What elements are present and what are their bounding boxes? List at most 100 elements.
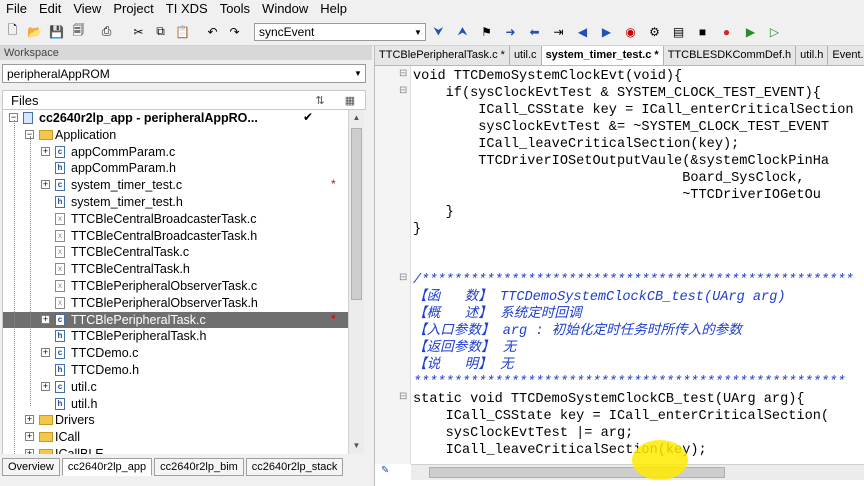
expand-icon[interactable]: + (41, 146, 50, 156)
navigate-forward-icon[interactable]: ▶ (598, 23, 615, 40)
comment-line[interactable]: 【说 明】 无 (413, 357, 514, 374)
comment-line[interactable]: ****************************************… (413, 374, 845, 391)
redo-icon[interactable]: ↷ (226, 23, 243, 40)
comment-line[interactable]: 【函 数】 TTCDemoSystemClockCB_test(UArg arg… (413, 289, 786, 306)
code-line[interactable]: ~TTCDriverIOGetOu (413, 187, 821, 204)
editor-tab[interactable]: TTCBLESDKCommDef.h (664, 46, 797, 65)
workspace-tab[interactable]: cc2640r2lp_stack (245, 458, 344, 476)
tree-folder[interactable]: + ICallBLE (3, 446, 348, 454)
tree-file[interactable]: x TTCBleCentralTask.c (3, 244, 348, 261)
workspace-tab[interactable]: cc2640r2lp_app (61, 458, 153, 476)
tree-file[interactable]: + c system_timer_test.c * (3, 177, 348, 194)
tree-folder[interactable]: − Application (3, 127, 348, 144)
navigate-back-icon[interactable]: ◀ (574, 23, 591, 40)
find-combo-value[interactable]: syncEvent (255, 25, 411, 39)
tree-file[interactable]: h util.h (3, 396, 348, 413)
code-line[interactable]: ICall_leaveCriticalSection(key); (413, 136, 739, 153)
bookmark-prev-icon[interactable]: ⬅ (526, 23, 543, 40)
open-folder-icon[interactable]: 📂 (26, 23, 43, 40)
bookmark-icon[interactable]: ⚑ (478, 23, 495, 40)
tree-file[interactable]: x TTCBleCentralTask.h (3, 261, 348, 278)
code-line[interactable]: } (413, 221, 421, 238)
tree-file[interactable]: + c TTCBlePeripheralTask.c * (3, 311, 348, 329)
tree-file[interactable]: + c util.c (3, 379, 348, 396)
editor-tab[interactable]: system_timer_test.c * (541, 46, 664, 65)
download-debug-icon[interactable]: ▶ (742, 23, 759, 40)
fold-toggle-icon[interactable]: ⊟ (399, 68, 407, 80)
paste-icon[interactable]: 📋 (174, 23, 191, 40)
expand-icon[interactable]: + (25, 449, 34, 454)
expand-icon[interactable]: + (41, 180, 50, 190)
fold-toggle-icon[interactable]: ⊟ (399, 272, 407, 284)
tree-folder[interactable]: + Drivers (3, 412, 348, 429)
tree-folder[interactable]: − cc2640r2lp_app - peripheralAppRO... ✔ (3, 110, 348, 127)
editor-tab[interactable]: Event.h (828, 46, 864, 65)
expand-icon[interactable]: + (25, 415, 34, 425)
save-all-icon[interactable]: 🗐 (70, 23, 87, 40)
scroll-down-icon[interactable]: ▼ (349, 438, 364, 454)
editor-tab[interactable]: util.h (796, 46, 829, 65)
tree-file[interactable]: + c appCommParam.c (3, 144, 348, 161)
bookmark-next-icon[interactable]: ➜ (502, 23, 519, 40)
debug-without-download-icon[interactable]: ▷ (766, 23, 783, 40)
make-icon[interactable]: ▤ (670, 23, 687, 40)
menu-project[interactable]: Project (107, 0, 159, 18)
tree-file[interactable]: x TTCBlePeripheralObserverTask.c (3, 278, 348, 295)
editor-tab[interactable]: util.c (510, 46, 542, 65)
code-line[interactable]: TTCDriverIOSetOutputVaule(&systemClockPi… (413, 153, 829, 170)
options-icon[interactable]: ▦ (335, 94, 365, 107)
editor-gutter[interactable]: ⊟ ⊟ ⊟ ⊟ ✎ (375, 66, 411, 477)
new-file-icon[interactable]: 🗋 (4, 23, 21, 40)
tree-folder[interactable]: + ICall (3, 429, 348, 446)
comment-line[interactable]: 【入口参数】 arg : 初始化定时任务时所传入的参数 (413, 323, 742, 340)
code-line[interactable]: ICall_CSState key = ICall_enterCriticalS… (413, 408, 829, 425)
fold-toggle-icon[interactable]: ⊟ (399, 391, 407, 403)
undo-icon[interactable]: ↶ (204, 23, 221, 40)
code-line[interactable]: Board_SysClock, (413, 170, 804, 187)
go-to-icon[interactable]: ⇥ (550, 23, 567, 40)
code-line[interactable]: sysClockEvtTest |= arg; (413, 425, 634, 442)
expand-icon[interactable]: + (41, 381, 50, 391)
code-line[interactable]: ICall_CSState key = ICall_enterCriticalS… (413, 102, 853, 119)
code-area[interactable]: void TTCDemoSystemClockEvt(void){ if(sys… (413, 68, 864, 464)
compile-icon[interactable]: ⚙ (646, 23, 663, 40)
chevron-down-icon[interactable]: ▼ (351, 69, 365, 78)
tree-file[interactable]: x TTCBleCentralBroadcasterTask.c (3, 211, 348, 228)
sort-icon[interactable]: ⇅ (305, 94, 335, 107)
tree-file[interactable]: x TTCBlePeripheralObserverTask.h (3, 295, 348, 312)
expand-icon[interactable]: + (41, 314, 50, 324)
tree-file[interactable]: h TTCDemo.h (3, 362, 348, 379)
tree-file[interactable]: h TTCBlePeripheralTask.h (3, 328, 348, 345)
menu-file[interactable]: File (0, 0, 33, 18)
breakpoint-icon[interactable]: ● (718, 23, 735, 40)
workspace-scrollbar[interactable]: ▲ ▼ (348, 110, 364, 454)
expand-icon[interactable]: + (25, 432, 34, 442)
menu-ti-xds[interactable]: TI XDS (160, 0, 214, 18)
code-line[interactable]: sysClockEvtTest &= ~SYSTEM_CLOCK_TEST_EV… (413, 119, 829, 136)
cut-icon[interactable]: ✂ (130, 23, 147, 40)
fold-toggle-icon[interactable]: ⊟ (399, 85, 407, 97)
find-prev-icon[interactable]: ⮝ (454, 23, 471, 40)
comment-line[interactable]: 【返回参数】 无 (413, 340, 516, 357)
workspace-tab[interactable]: Overview (2, 458, 60, 476)
copy-icon[interactable]: ⧉ (152, 23, 169, 40)
code-line[interactable]: } (413, 204, 454, 221)
chevron-down-icon[interactable]: ▼ (411, 28, 425, 37)
find-next-icon[interactable]: ⮟ (430, 23, 447, 40)
menu-view[interactable]: View (67, 0, 107, 18)
expand-icon[interactable]: + (41, 348, 50, 358)
scrollbar-thumb[interactable] (351, 128, 362, 300)
comment-line[interactable]: /***************************************… (413, 272, 854, 289)
tree-file[interactable]: h appCommParam.h (3, 160, 348, 177)
stop-build-icon[interactable]: ■ (694, 23, 711, 40)
workspace-tab[interactable]: cc2640r2lp_bim (154, 458, 244, 476)
code-line[interactable]: static void TTCDemoSystemClockCB_test(UA… (413, 391, 805, 408)
menu-tools[interactable]: Tools (214, 0, 256, 18)
save-icon[interactable]: 💾 (48, 23, 65, 40)
tree-file[interactable]: + c TTCDemo.c (3, 345, 348, 362)
scroll-up-icon[interactable]: ▲ (349, 110, 364, 126)
configuration-select[interactable]: peripheralAppROM ▼ (2, 64, 366, 83)
configuration-value[interactable]: peripheralAppROM (3, 67, 351, 81)
find-combo[interactable]: syncEvent ▼ (254, 23, 426, 41)
code-line[interactable]: if(sysClockEvtTest & SYSTEM_CLOCK_TEST_E… (413, 85, 821, 102)
